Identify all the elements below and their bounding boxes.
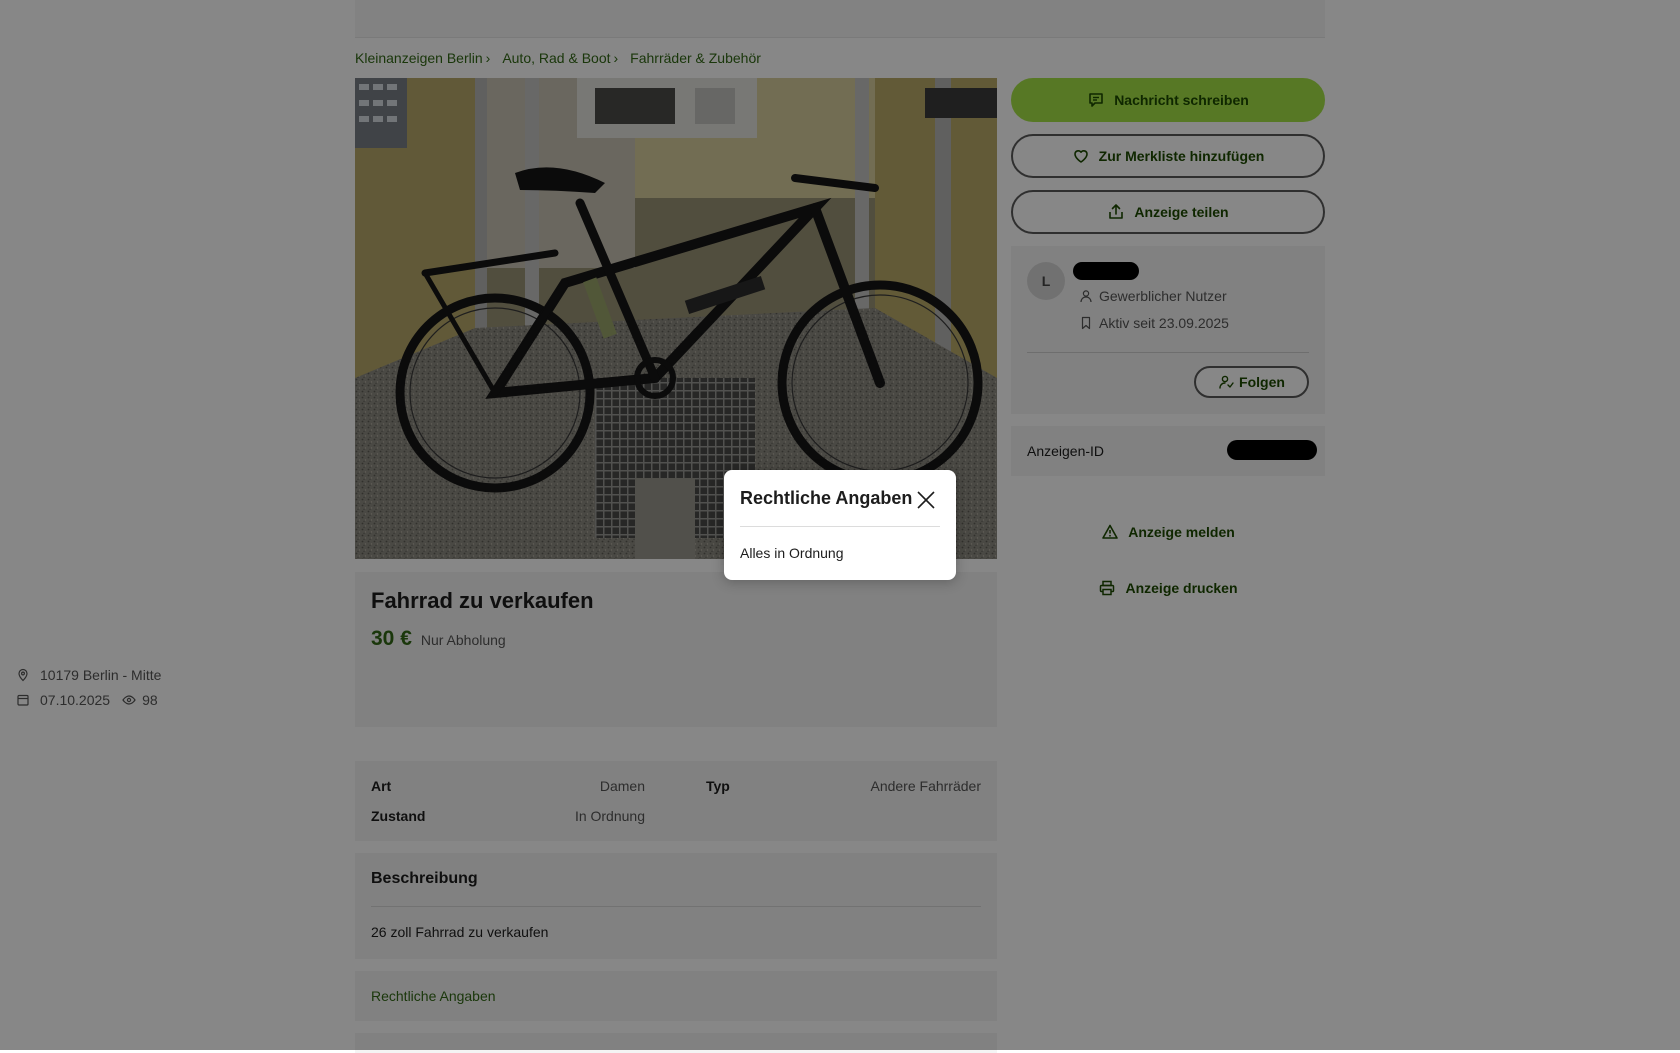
close-icon[interactable] [914, 488, 938, 512]
modal-title: Rechtliche Angaben [740, 488, 913, 508]
legal-info-modal: Rechtliche Angaben Alles in Ordnung [724, 470, 956, 580]
modal-body-text: Alles in Ordnung [740, 545, 844, 561]
divider [740, 526, 940, 527]
